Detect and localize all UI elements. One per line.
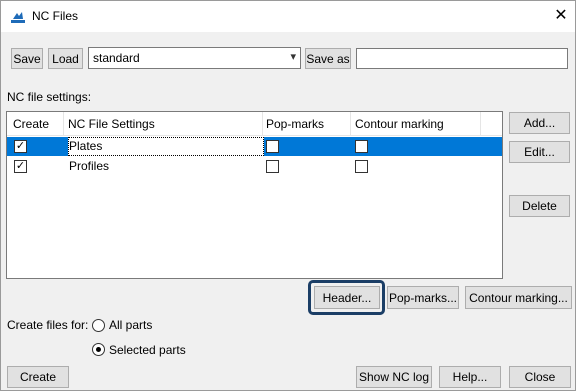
title-bar: NC Files ✕ — [1, 1, 575, 32]
nc-files-dialog: NC Files ✕ Save Load standard ▾ Save as … — [0, 0, 576, 391]
all-parts-radio[interactable] — [92, 319, 105, 332]
contour-marking-checkbox[interactable] — [355, 140, 368, 153]
window-title: NC Files — [32, 9, 79, 23]
column-header-create[interactable]: Create — [13, 117, 49, 131]
table-row[interactable]: ✓ Plates — [7, 137, 502, 156]
settings-dropdown[interactable]: standard ▾ — [88, 47, 301, 69]
save-as-button[interactable]: Save as — [305, 48, 351, 69]
table-row[interactable]: ✓ Profiles — [7, 157, 502, 176]
delete-button[interactable]: Delete — [509, 195, 570, 217]
radio-selected-dot — [96, 347, 101, 352]
table-header: Create NC File Settings Pop-marks Contou… — [7, 112, 502, 136]
contour-marking-button[interactable]: Contour marking... — [465, 286, 572, 309]
column-header-nc-file-settings[interactable]: NC File Settings — [68, 117, 155, 131]
column-header-contour-marking[interactable]: Contour marking — [355, 117, 444, 131]
save-button[interactable]: Save — [11, 48, 43, 69]
row-name: Profiles — [69, 159, 110, 173]
create-button[interactable]: Create — [7, 366, 69, 388]
add-button[interactable]: Add... — [509, 112, 570, 134]
create-checkbox[interactable]: ✓ — [14, 140, 27, 153]
header-button-highlight — [308, 280, 385, 315]
edit-button[interactable]: Edit... — [509, 141, 570, 163]
pop-marks-checkbox[interactable] — [266, 160, 279, 173]
all-parts-label[interactable]: All parts — [109, 318, 152, 332]
load-button[interactable]: Load — [48, 48, 83, 69]
checkmark-icon: ✓ — [15, 160, 26, 172]
save-as-name-input[interactable] — [356, 48, 568, 69]
checkmark-icon: ✓ — [15, 140, 26, 152]
nc-file-settings-label: NC file settings: — [7, 90, 92, 104]
column-header-pop-marks[interactable]: Pop-marks — [266, 117, 324, 131]
help-button[interactable]: Help... — [439, 366, 501, 388]
row-name: Plates — [69, 139, 103, 153]
settings-dropdown-value: standard — [93, 51, 140, 65]
chevron-down-icon: ▾ — [290, 51, 296, 63]
create-checkbox[interactable]: ✓ — [14, 160, 27, 173]
create-files-for-label: Create files for: — [7, 318, 89, 332]
selected-parts-label[interactable]: Selected parts — [109, 343, 186, 357]
nc-files-app-icon — [11, 12, 25, 23]
contour-marking-checkbox[interactable] — [355, 160, 368, 173]
nc-file-settings-table[interactable]: Create NC File Settings Pop-marks Contou… — [6, 111, 503, 279]
show-nc-log-button[interactable]: Show NC log — [356, 366, 432, 388]
pop-marks-button[interactable]: Pop-marks... — [387, 286, 459, 309]
close-icon[interactable]: ✕ — [549, 5, 573, 27]
selected-parts-radio[interactable] — [92, 343, 105, 356]
close-button[interactable]: Close — [509, 366, 571, 388]
pop-marks-checkbox[interactable] — [266, 140, 279, 153]
